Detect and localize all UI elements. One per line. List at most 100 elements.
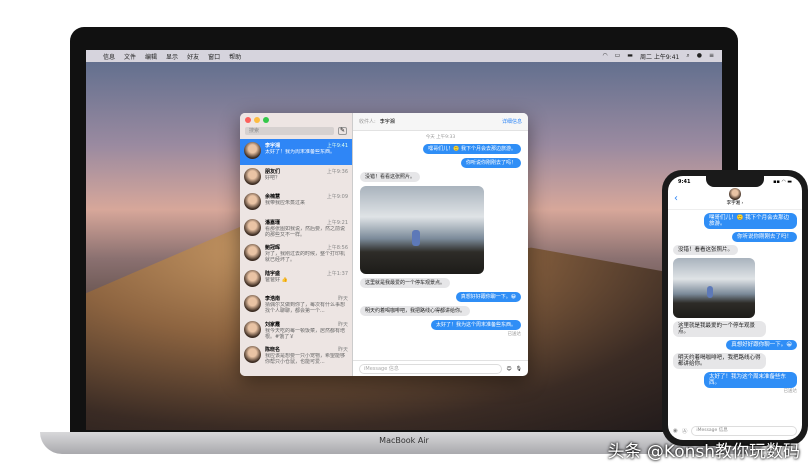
message-bubble: 太好了！我为这个周末准备些东西。 (430, 320, 521, 330)
phone-message-list: 嘿哥们儿！🙂 我下个月会去那边旅游。 你听说你刚刚去了吗！ 没错！看看这张照片。… (668, 210, 802, 422)
menu-bar: 信息 文件 编辑 显示 好友 窗口 帮助 ◠ ▭ ▬ 周二 上午9:41 ⌕ ●… (86, 50, 722, 62)
iphone: 9:41 ▪▪ ◠ ▬ ‹ 李宇湘 › 嘿哥们儿！🙂 我下个月会去那边旅游。 你听… (662, 170, 808, 446)
message-time: 昨天 (337, 347, 348, 353)
message-preview: 看那张图如我说，然后要，然之前说的那些又不一样。 (265, 225, 346, 238)
conversation-item[interactable]: 朋友们 上午9:36 好吧？ (240, 165, 352, 191)
signal-icon: ▪▪ ◠ ▬ (773, 179, 792, 185)
conversation-item[interactable]: 陈晓名 昨天 我应该是想要一只小宠物，希望能够你帮只小仓鼠，也能可爱... (240, 343, 352, 369)
battery-icon[interactable]: ▬ (627, 52, 633, 61)
contact-avatar[interactable] (729, 188, 741, 200)
message-preview: 好吧？ (265, 174, 281, 181)
search-icon[interactable]: ⌕ (686, 52, 689, 61)
contact-name: 陈晓名 (265, 347, 281, 353)
message-preview: 对了，我刚过去的时候，整个打印机就已经坏了。 (265, 251, 346, 263)
microphone-icon[interactable]: 🎙 (516, 366, 522, 372)
minimize-button[interactable] (254, 117, 260, 123)
avatar (244, 193, 261, 210)
emoji-icon[interactable]: ☺ (506, 366, 511, 372)
message-time: 昨天 (337, 296, 348, 302)
conversation-item[interactable]: 余楠慧 上午9:09 我带我应朱蒸过来 (240, 190, 352, 216)
message-bubble: 真想好好跟你聊一下。😀 (726, 340, 797, 350)
avatar (244, 320, 261, 338)
airplay-icon[interactable]: ▭ (615, 52, 621, 61)
avatar (244, 142, 261, 159)
avatar (244, 346, 261, 363)
message-time: 上午1:37 (326, 270, 348, 277)
search-input[interactable]: 搜索 (245, 127, 334, 135)
phone-time: 9:41 (678, 179, 691, 185)
menu-window[interactable]: 窗口 (208, 52, 220, 61)
message-bubble: 嘿哥们儿！🙂 我下个月会去那边旅游。 (423, 144, 521, 154)
conversation-item[interactable]: 鲍冠晖 上午8:56 对了，我刚过去的时候，整个打印机就已经坏了。 (240, 241, 352, 267)
contact-name: 朋友们 (265, 168, 281, 175)
menu-buddies[interactable]: 好友 (187, 52, 199, 61)
zoom-button[interactable] (263, 117, 269, 123)
timestamp: 今天 上午9:33 (425, 135, 456, 140)
watermark: 头条 @Konsh教你玩数码 (607, 442, 800, 462)
message-input[interactable]: iMessage 信息 (359, 363, 503, 374)
photo-attachment[interactable] (673, 258, 755, 318)
message-bubble: 明天约着喝咖啡吧，我把路线心得都讲给你。 (673, 353, 766, 369)
menu-file[interactable]: 文件 (124, 52, 136, 61)
camera-icon[interactable]: ◉ (673, 428, 678, 434)
message-bubble: 太好了！我为这个周末准备些东西。 (704, 372, 797, 388)
phone-message-input[interactable]: iMessage 信息 (691, 426, 797, 436)
contact-name: 刘家霞 (265, 321, 281, 328)
message-bubble: 这里就是我最爱的一个停车观景点。 (360, 278, 451, 288)
message-bubble: 没错！看看这张照片。 (673, 245, 739, 255)
conversation-item[interactable]: 刘家霞 昨天 我今天吃的每一顿饭菜，居然都有培根。#饿了￥ (240, 318, 352, 344)
contact-name: 李浩南 (265, 296, 281, 302)
conversation-sidebar: 搜索 ✎ 李宇湘 上午9:41 太好了！我为周末准备些东西。 朋友们 上午9:36 好吧？… (240, 113, 353, 376)
avatar (244, 218, 261, 236)
photo-attachment[interactable] (360, 186, 484, 274)
wifi-icon[interactable]: ◠ (602, 52, 607, 61)
contact-name: 潘嘉瑾 (265, 219, 281, 226)
menu-edit[interactable]: 编辑 (145, 52, 157, 61)
compose-icon[interactable]: ✎ (338, 127, 347, 135)
iphone-screen: 9:41 ▪▪ ◠ ▬ ‹ 李宇湘 › 嘿哥们儿！🙂 我下个月会去那边旅游。 你听… (668, 176, 802, 440)
contact-name: 陆宇盛 (265, 270, 281, 277)
delivered-status: 已送达 (783, 389, 798, 394)
control-icon[interactable]: ≡ (709, 52, 714, 61)
message-time: 昨天 (337, 321, 348, 328)
conversation-item[interactable]: 陆宇盛 上午1:37 爸爸好 👍 (240, 267, 352, 293)
app-store-icon[interactable]: Ⓐ (682, 427, 688, 435)
conversation-item[interactable]: 李浩南 昨天 猜偶尔又做到你了，每次有什么事想找个人聊聊，都会第一个... (240, 292, 352, 318)
close-button[interactable] (245, 117, 251, 123)
avatar (244, 295, 261, 312)
contact-name[interactable]: 李宇湘 › (668, 200, 802, 206)
message-bubble: 这里就是我最爱的一个停车观景点。 (673, 321, 766, 337)
contact-name: 鲍冠晖 (265, 245, 281, 251)
contact-name: 李宇湘 (265, 143, 281, 149)
menubar-clock[interactable]: 周二 上午9:41 (640, 52, 679, 61)
conversation-item[interactable]: 潘嘉瑾 上午9:21 看那张图如我说，然后要，然之前说的那些又不一样。 (240, 216, 352, 242)
recipient-name: 李宇湘 (379, 119, 395, 125)
message-bubble: 你听说你刚刚去了吗！ (731, 232, 797, 242)
back-icon[interactable]: ‹ (674, 193, 678, 204)
message-preview: 爸爸好 👍 (265, 276, 288, 283)
avatar (244, 167, 261, 185)
message-preview: 我今天吃的每一顿饭菜，居然都有培根。#饿了￥ (265, 327, 346, 340)
message-preview: 我应该是想要一只小宠物，希望能够你帮只小仓鼠，也能可爱... (265, 353, 346, 365)
menu-messages[interactable]: 信息 (103, 52, 115, 61)
message-bubble: 明天约着喝咖啡吧，我把路线心得都讲给你。 (360, 306, 471, 316)
message-bubble: 没错！看看这张照片。 (360, 172, 421, 182)
message-bubble: 真想好好跟你聊一下。😀 (455, 292, 521, 302)
messages-window: 搜索 ✎ 李宇湘 上午9:41 太好了！我为周末准备些东西。 朋友们 上午9:36 好吧？… (240, 113, 528, 376)
siri-icon[interactable]: ● (697, 52, 702, 61)
details-button[interactable]: 详细信息 (502, 118, 522, 125)
conversation-item[interactable]: 李宇湘 上午9:41 太好了！我为周末准备些东西。 (240, 139, 352, 165)
menu-help[interactable]: 帮助 (229, 52, 241, 61)
menu-view[interactable]: 显示 (166, 52, 178, 61)
message-time: 上午9:41 (326, 143, 348, 149)
message-time: 上午8:56 (326, 245, 348, 251)
message-bubble: 你听说你刚刚去了吗！ (460, 158, 521, 168)
avatar (244, 244, 261, 261)
chat-pane: 收件人: 李宇湘 详细信息 今天 上午9:33 嘿哥们儿！🙂 我下个月会去那边旅… (353, 113, 528, 376)
message-preview: 太好了！我为周末准备些东西。 (265, 149, 336, 155)
message-time: 上午9:36 (326, 168, 348, 175)
delivered-status: 已送达 (507, 332, 522, 337)
message-preview: 猜偶尔又做到你了，每次有什么事想找个人聊聊，都会第一个... (265, 302, 346, 314)
message-time: 上午9:09 (326, 194, 348, 200)
avatar (244, 269, 261, 287)
